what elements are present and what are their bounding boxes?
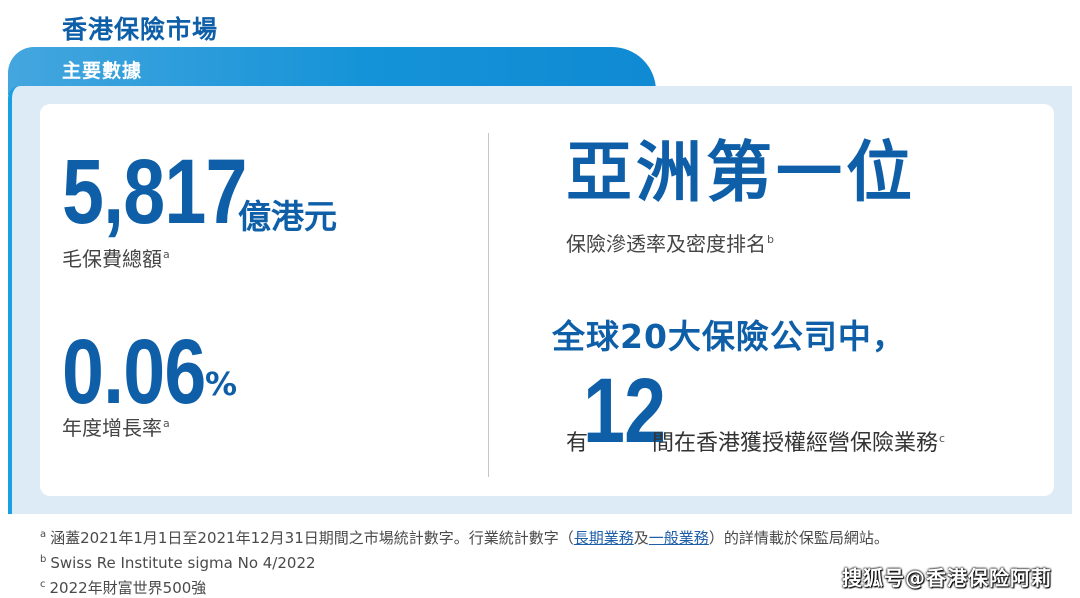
rank-label: 保險滲透率及密度排名b xyxy=(566,232,774,256)
long-term-business-link[interactable]: 長期業務 xyxy=(574,529,634,547)
rank-headline: 亞洲第一位 xyxy=(566,134,916,211)
footnote-ref-b: b xyxy=(767,233,774,247)
section-tab-label: 主要數據 xyxy=(62,60,143,82)
footnote-b: b Swiss Re Institute sigma No 4/2022 xyxy=(40,554,316,572)
general-business-link[interactable]: 一般業務 xyxy=(649,529,709,547)
premium-unit: 億港元 xyxy=(238,197,337,236)
growth-value: 0.06 xyxy=(62,321,206,423)
column-divider xyxy=(488,133,489,477)
premium-label: 毛保費總額a xyxy=(62,247,170,271)
premium-value: 5,817 xyxy=(62,141,248,243)
footnote-a: a 涵蓋2021年1月1日至2021年12月31日期間之市場統計數字。行業統計數字… xyxy=(40,529,889,547)
page-title: 香港保險市場 xyxy=(62,15,219,44)
growth-unit: % xyxy=(205,365,238,403)
footnote-ref-a: a xyxy=(163,417,170,431)
footnote-c: c 2022年財富世界500強 xyxy=(40,579,207,597)
growth-label: 年度增長率a xyxy=(62,416,170,440)
watermark: 搜狐号@香港保险阿莉 xyxy=(842,566,1052,590)
global-suffix: 間在香港獲授權經營保險業務c xyxy=(652,431,946,456)
global-headline: 全球20大保險公司中， xyxy=(552,317,906,356)
footnotes: a 涵蓋2021年1月1日至2021年12月31日期間之市場統計數字。行業統計數字… xyxy=(40,524,889,598)
footnote-ref-c: c xyxy=(939,431,946,445)
footnote-ref-a: a xyxy=(163,248,170,262)
